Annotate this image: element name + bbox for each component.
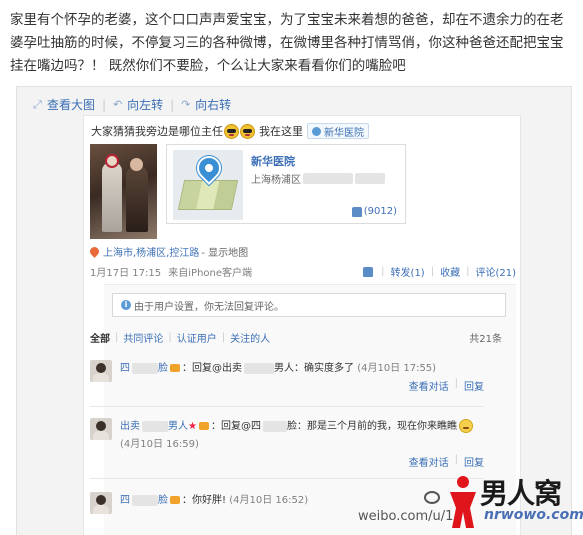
image-viewer: ⤢ 查看大图 | ↶ 向左转 | ↷ 向右转 大家猜猜我旁边是哪位主任 我在这里… — [16, 86, 572, 535]
vip-badge-icon — [170, 496, 180, 504]
post-date[interactable]: 1月17日 17:15 — [90, 268, 161, 279]
weibo-watermark: weibo.com/u/1 — [358, 509, 454, 524]
view-conversation-link[interactable]: 查看对话 — [409, 454, 449, 469]
avatar[interactable] — [90, 492, 112, 514]
comment-author[interactable]: 四脸 — [120, 362, 168, 374]
comment-time: (4月10日 17:55) — [357, 363, 437, 374]
reply-link[interactable]: 回复 — [464, 378, 484, 393]
redacted-text — [303, 173, 353, 184]
show-map-link[interactable]: - 显示地图 — [201, 244, 248, 259]
comment-time: (4月10日 16:52) — [229, 495, 309, 506]
view-large-button[interactable]: ⤢ 查看大图 — [33, 96, 95, 113]
site-url: nrwowo.com — [484, 507, 583, 523]
vip-badge-icon — [198, 422, 209, 430]
comment-filter-row: 全部 | 共同评论 | 认证用户 | 关注的人 共21条 — [90, 330, 502, 345]
site-brand: 男人窝 — [480, 477, 562, 510]
figure-logo-icon — [450, 476, 476, 528]
post-text: 大家猜猜我旁边是哪位主任 我在这里 新华医院 — [91, 123, 369, 139]
comment-author[interactable]: 出卖 男人 — [120, 420, 188, 432]
sunglasses-emoji-icon — [224, 123, 239, 139]
site-watermark-logo: 男人窝 nrwowo.com — [444, 470, 583, 532]
location-lead: 我在这里 — [259, 125, 303, 138]
comment-total: 共21条 — [469, 334, 502, 345]
comment-text-a: ：你好胖! — [182, 495, 227, 506]
comment-text-b: 男人：确实度多了 — [274, 363, 354, 374]
info-icon: i — [121, 300, 131, 310]
rotate-right-label: 向右转 — [195, 98, 232, 112]
location-pin-icon — [88, 245, 101, 258]
post-client: 来自iPhone客户端 — [168, 268, 253, 279]
rotate-left-button[interactable]: ↶ 向左转 — [113, 96, 163, 113]
filter-common[interactable]: 共同评论 — [123, 330, 163, 345]
like-icon[interactable] — [363, 266, 374, 277]
place-address: 上海杨浦区 — [251, 171, 385, 186]
reply-link[interactable]: 回复 — [464, 454, 484, 469]
redacted-text — [355, 173, 385, 184]
filter-all[interactable]: 全部 — [90, 330, 110, 345]
comment-text-a: ：回复@出卖 — [182, 363, 242, 374]
post-actions: | 转发(1) | 收藏 | 评论(21) — [363, 264, 516, 279]
vip-badge-icon — [170, 364, 180, 372]
comment-time: (4月10日 16:59) — [120, 439, 199, 450]
rotate-right-icon: ↷ — [181, 97, 191, 111]
smiley-emoji-icon — [458, 419, 473, 433]
comment-link[interactable]: 评论(21) — [475, 264, 516, 279]
view-conversation-link[interactable]: 查看对话 — [409, 378, 449, 393]
zoom-icon: ⤢ — [33, 97, 42, 111]
filter-following[interactable]: 关注的人 — [230, 330, 270, 345]
rotate-left-label: 向左转 — [127, 98, 164, 112]
geo-location[interactable]: 上海市,杨浦区,控江路 - 显示地图 — [88, 244, 248, 259]
location-pin-icon — [312, 126, 321, 136]
avatar[interactable] — [90, 360, 112, 382]
divider — [90, 478, 484, 479]
weibo-logo-icon — [424, 491, 440, 504]
filter-verified[interactable]: 认证用户 — [177, 330, 217, 345]
reply-disabled-notice: i 由于用户设置，你无法回复评论。 — [112, 293, 506, 317]
favorite-link[interactable]: 收藏 — [440, 264, 460, 279]
place-like-count[interactable]: (9012) — [351, 206, 397, 217]
location-tag[interactable]: 新华医院 — [307, 123, 369, 139]
rotate-right-button[interactable]: ↷ 向右转 — [181, 96, 231, 113]
post-meta: 1月17日 17:15 来自iPhone客户端 | 转发(1) | 收藏 | 评… — [90, 264, 516, 279]
geo-location-text: 上海市,杨浦区,控江路 — [103, 248, 200, 259]
location-tag-label: 新华医院 — [324, 127, 364, 139]
post-photo[interactable] — [90, 144, 157, 239]
post-body: 大家猜猜我旁边是哪位主任 — [91, 125, 223, 138]
view-large-label: 查看大图 — [47, 98, 96, 112]
thumbs-up-icon — [351, 206, 362, 217]
rotate-left-icon: ↶ — [113, 97, 123, 111]
star-badge-icon: ★ — [188, 421, 197, 432]
sunglasses-emoji-icon — [240, 123, 255, 139]
repost-link[interactable]: 转发(1) — [391, 264, 425, 279]
comment-author[interactable]: 四脸 — [120, 494, 168, 506]
location-card[interactable]: 新华医院 上海杨浦区 (9012) — [166, 144, 406, 224]
avatar[interactable] — [90, 418, 112, 440]
intro-text: 家里有个怀孕的老婆，这个口口声声爱宝宝，为了宝宝未来着想的爸爸，却在不遗余力的在… — [10, 12, 564, 74]
image-toolbar: ⤢ 查看大图 | ↶ 向左转 | ↷ 向右转 — [33, 96, 232, 113]
map-thumbnail — [173, 150, 243, 220]
comment-text-a: ：回复@四 — [210, 421, 261, 432]
divider — [90, 406, 484, 407]
place-name[interactable]: 新华医院 — [251, 153, 295, 169]
comment-text-b: 脸：那是三个月前的我，现在你来瞧瞧 — [286, 421, 457, 432]
